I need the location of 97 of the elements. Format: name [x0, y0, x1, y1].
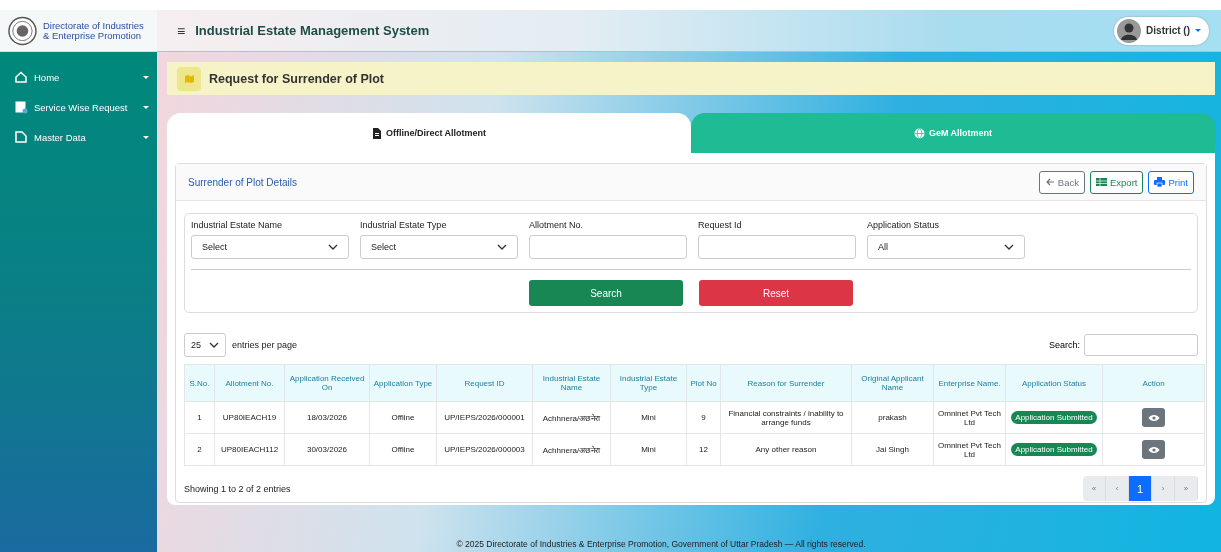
search-field[interactable]	[1084, 334, 1198, 356]
table-cell: Omninet Pvt Tech Ltd	[933, 433, 1006, 466]
field-label: Industrial Estate Type	[360, 220, 448, 230]
app-title: Industrial Estate Management System	[195, 23, 431, 38]
caret-icon	[143, 135, 149, 139]
table-cell: Offline	[369, 433, 437, 466]
globe-icon	[913, 127, 925, 139]
table-cell: Achhnera/अछनेरा	[532, 401, 611, 434]
field-label: Request Id	[698, 220, 743, 230]
document-icon	[14, 100, 28, 114]
caret-icon	[1195, 29, 1201, 32]
column-header: Application Type	[369, 364, 437, 402]
sidebar-item[interactable]: Service Wise Request	[0, 92, 157, 122]
table-cell: 2	[184, 433, 215, 466]
table-cell: Financial constraints / inability to arrange funds	[720, 401, 852, 434]
eye-icon	[1147, 445, 1160, 454]
print-button[interactable]: Print	[1148, 170, 1194, 194]
chevron-down-icon	[1004, 244, 1014, 250]
page-button[interactable]: »	[1175, 476, 1198, 501]
table-cell: UP80IEACH112	[214, 433, 285, 466]
reset-button[interactable]: Reset	[699, 280, 853, 306]
panel-title: Surrender of Plot Details	[188, 176, 298, 188]
table-cell: UP/IEPS/2026/000003	[436, 433, 533, 466]
avatar-icon	[1117, 18, 1142, 43]
table-cell: Any other reason	[720, 433, 852, 466]
page-title: Request for Surrender of Plot	[209, 71, 385, 86]
column-header: Enterprise Name.	[933, 364, 1006, 402]
table-cell: 12	[686, 433, 721, 466]
printer-icon	[1154, 177, 1166, 187]
column-header: Industrial Estate Type	[610, 364, 687, 402]
page-button[interactable]: 1	[1129, 476, 1152, 501]
page-button[interactable]: «	[1083, 476, 1106, 501]
tab[interactable]: Offline/Direct Allotment	[167, 113, 691, 153]
chevron-down-icon	[328, 244, 338, 250]
caret-icon	[143, 75, 149, 79]
footer-text: © 2025 Directorate of Industries & Enterprise Promotion, Government of Uttar Pradesh — All rights reserved.	[455, 539, 867, 549]
field-label: Industrial Estate Name	[191, 220, 284, 230]
table-cell: UP/IEPS/2026/000001	[436, 401, 533, 434]
table-cell: Mini	[610, 401, 687, 434]
back-button[interactable]: Back	[1038, 170, 1085, 194]
column-header: Request ID	[436, 364, 533, 402]
tab[interactable]: GeM Allotment	[691, 113, 1215, 153]
map-icon	[177, 66, 201, 91]
page-button[interactable]: ›	[1152, 476, 1175, 501]
table-cell: Achhnera/अछनेरा	[532, 433, 611, 466]
table-cell: 30/03/2026	[284, 433, 370, 466]
table-cell: prakash	[851, 401, 934, 434]
column-header: Application Received On	[284, 364, 370, 402]
column-header: Action	[1102, 364, 1205, 402]
column-header: Allotment No.	[214, 364, 285, 402]
sidebar-item[interactable]: Home	[0, 62, 157, 92]
sidebar-item[interactable]: Master Data	[0, 122, 157, 152]
search-label: Search:	[1048, 340, 1080, 350]
table-cell: Mini	[610, 433, 687, 466]
field-label: Allotment No.	[529, 220, 585, 230]
file-icon	[371, 127, 382, 139]
column-header: Plot No	[686, 364, 721, 402]
emblem-icon	[8, 15, 37, 46]
search-button[interactable]: Search	[529, 280, 683, 306]
table-cell: Omninet Pvt Tech Ltd	[933, 401, 1006, 434]
page-button[interactable]: ‹	[1106, 476, 1129, 501]
column-header: Industrial Estate Name	[532, 364, 611, 402]
file-icon	[14, 130, 28, 144]
select-field[interactable]: All	[867, 235, 1025, 259]
table-cell: Jai Singh	[851, 433, 934, 466]
select-field[interactable]: Select	[360, 235, 518, 259]
export-button[interactable]: Export	[1090, 170, 1144, 194]
column-header: S.No.	[184, 364, 215, 402]
chevron-down-icon	[497, 244, 507, 250]
column-header: Original Applicant Name	[851, 364, 934, 402]
user-menu[interactable]: District ()	[1114, 16, 1209, 45]
page-size-label: entries per page	[232, 340, 298, 350]
table-icon	[1096, 177, 1107, 187]
table-info: Showing 1 to 2 of 2 entries	[184, 483, 291, 494]
chevron-down-icon	[209, 342, 219, 348]
eye-icon	[1147, 413, 1160, 422]
table-cell: Offline	[369, 401, 437, 434]
table-cell: UP80IEACH19	[214, 401, 285, 434]
page-size-select[interactable]: 25	[184, 333, 226, 357]
menu-toggle[interactable]: ≡	[177, 22, 186, 39]
select-field[interactable]: Select	[191, 235, 349, 259]
home-icon	[14, 70, 28, 84]
input-field[interactable]	[529, 235, 687, 259]
organization-name: Directorate of Industries & Enterprise Promotion	[42, 20, 145, 41]
column-header: Reason for Surrender	[720, 364, 852, 402]
status-badge: Application Submitted	[1011, 411, 1097, 424]
view-button[interactable]	[1142, 408, 1165, 427]
table-cell: 1	[184, 401, 215, 434]
table-cell: 18/03/2026	[284, 401, 370, 434]
column-header: Application Status	[1005, 364, 1103, 402]
view-button[interactable]	[1142, 440, 1165, 459]
input-field[interactable]	[698, 235, 856, 259]
status-badge: Application Submitted	[1011, 443, 1097, 456]
caret-icon	[143, 105, 149, 109]
arrow-left-icon	[1044, 177, 1055, 187]
field-label: Application Status	[867, 220, 941, 230]
table-cell: 9	[686, 401, 721, 434]
